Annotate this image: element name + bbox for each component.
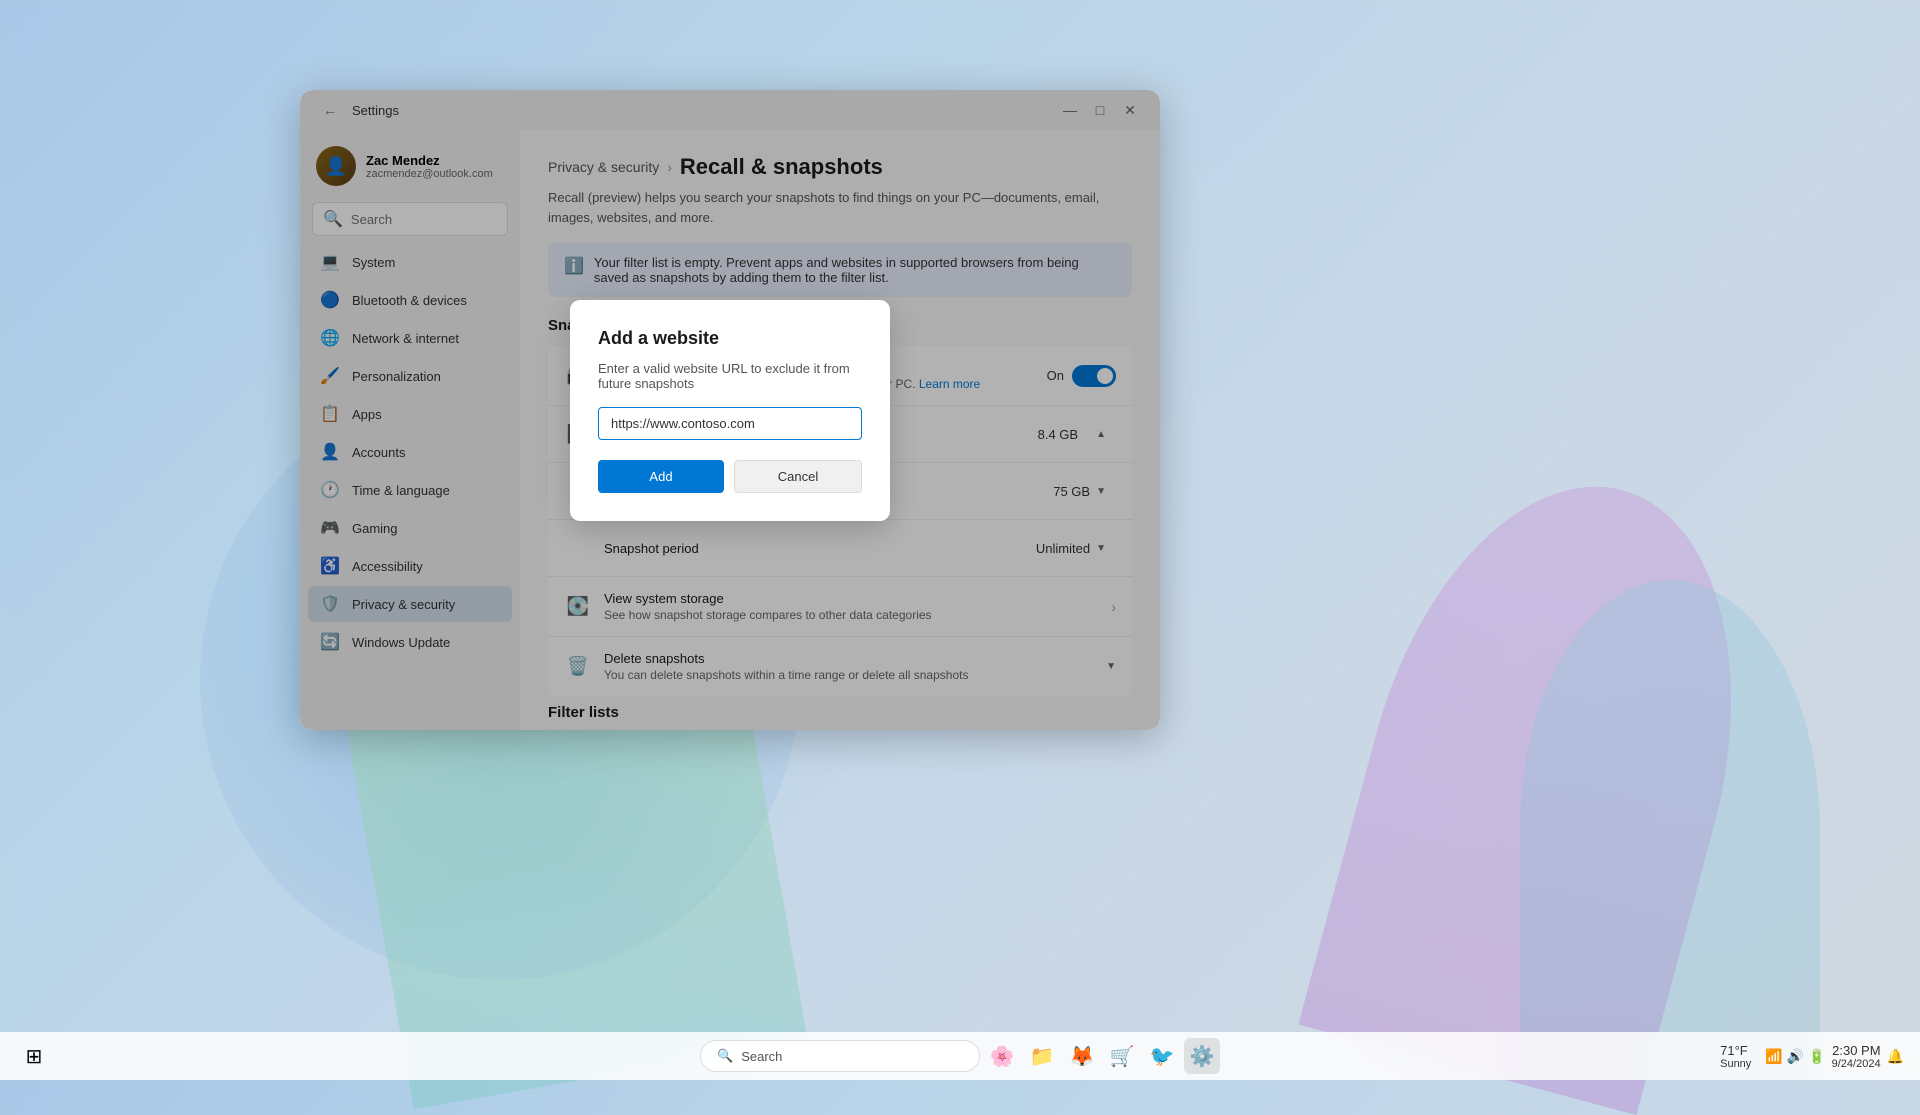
bg-decoration-4 bbox=[1520, 580, 1820, 1080]
taskbar-icon-twitter[interactable]: 🐦 bbox=[1144, 1038, 1180, 1074]
taskbar-search-label: Search bbox=[741, 1049, 782, 1064]
taskbar-search-icon: 🔍 bbox=[717, 1048, 733, 1064]
date-display: 9/24/2024 bbox=[1832, 1058, 1881, 1070]
weather-condition: Sunny bbox=[1720, 1058, 1751, 1070]
website-url-input[interactable] bbox=[598, 407, 862, 440]
taskbar-center: 🔍 Search 🌸 📁 🦊 🛒 🐦 ⚙️ bbox=[700, 1038, 1220, 1074]
add-website-modal: Add a website Enter a valid website URL … bbox=[570, 300, 890, 521]
taskbar-icon-flowers[interactable]: 🌸 bbox=[984, 1038, 1020, 1074]
clock[interactable]: 2:30 PM 9/24/2024 bbox=[1832, 1043, 1881, 1070]
weather-temp: 71°F bbox=[1720, 1043, 1751, 1058]
taskbar: ⊞ 🔍 Search 🌸 📁 🦊 🛒 🐦 ⚙️ 71°F Sunny 📶 🔊 🔋… bbox=[0, 1032, 1920, 1080]
modal-description: Enter a valid website URL to exclude it … bbox=[598, 361, 862, 391]
taskbar-search[interactable]: 🔍 Search bbox=[700, 1040, 980, 1072]
cancel-button[interactable]: Cancel bbox=[734, 460, 862, 493]
add-website-button[interactable]: Add bbox=[598, 460, 724, 493]
system-tray-icons: 📶 🔊 🔋 bbox=[1765, 1048, 1825, 1065]
taskbar-icon-settings-active[interactable]: ⚙️ bbox=[1184, 1038, 1220, 1074]
weather-widget[interactable]: 71°F Sunny bbox=[1720, 1043, 1751, 1070]
taskbar-icon-browser[interactable]: 🦊 bbox=[1064, 1038, 1100, 1074]
sound-tray-icon[interactable]: 🔊 bbox=[1787, 1048, 1804, 1065]
settings-window: ← Settings — □ ✕ 👤 Zac Mendez zacmendez@… bbox=[300, 90, 1160, 730]
taskbar-icon-files[interactable]: 📁 bbox=[1024, 1038, 1060, 1074]
modal-buttons: Add Cancel bbox=[598, 460, 862, 493]
taskbar-right: 71°F Sunny 📶 🔊 🔋 2:30 PM 9/24/2024 🔔 bbox=[1720, 1043, 1904, 1070]
notification-icon[interactable]: 🔔 bbox=[1887, 1048, 1904, 1065]
time-display: 2:30 PM bbox=[1832, 1043, 1881, 1058]
network-tray-icon[interactable]: 📶 bbox=[1765, 1048, 1782, 1065]
battery-tray-icon[interactable]: 🔋 bbox=[1808, 1048, 1825, 1065]
modal-title: Add a website bbox=[598, 328, 862, 349]
taskbar-icon-store[interactable]: 🛒 bbox=[1104, 1038, 1140, 1074]
start-button[interactable]: ⊞ bbox=[16, 1038, 52, 1074]
modal-overlay[interactable]: Add a website Enter a valid website URL … bbox=[300, 90, 1160, 730]
taskbar-left: ⊞ bbox=[16, 1038, 52, 1074]
